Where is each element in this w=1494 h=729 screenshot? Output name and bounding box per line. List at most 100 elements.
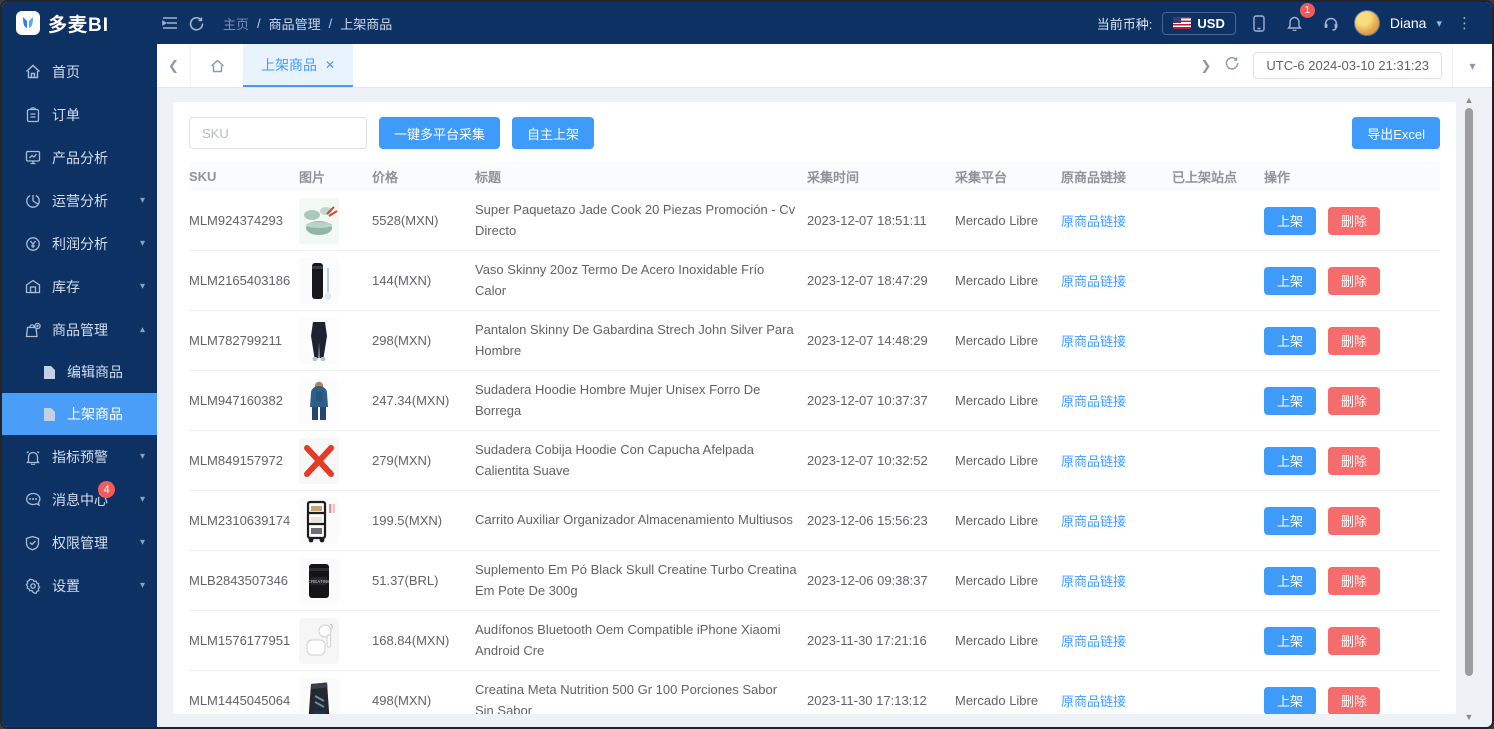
list-product-button[interactable]: 上架: [1264, 207, 1316, 235]
user-avatar[interactable]: [1354, 10, 1380, 36]
cell-image[interactable]: [299, 192, 372, 250]
cell-actions: 上架 删除: [1264, 381, 1449, 421]
table-row: MLM849157972 279(MXN) Sudadera Cobija Ho…: [189, 431, 1440, 491]
user-menu-chevron-icon[interactable]: ▾: [1436, 17, 1442, 30]
us-flag-icon: [1173, 17, 1191, 29]
source-product-link[interactable]: 原商品链接: [1061, 274, 1126, 289]
vertical-scrollbar[interactable]: ▲ ▼: [1462, 94, 1476, 723]
export-excel-button[interactable]: 导出Excel: [1352, 117, 1440, 149]
tab-refresh-icon[interactable]: [1225, 56, 1239, 75]
sidebar-item-alert-bell[interactable]: 指标预警 ▾: [2, 435, 157, 478]
list-product-button[interactable]: 上架: [1264, 687, 1316, 715]
sidebar-subitem-listed-products[interactable]: 上架商品: [2, 393, 157, 435]
sidebar-item-inventory[interactable]: 库存 ▾: [2, 265, 157, 308]
product-image-creatine-pouch: [299, 678, 339, 715]
delete-product-button[interactable]: 删除: [1328, 387, 1380, 415]
breadcrumb-home[interactable]: 主页: [223, 14, 249, 33]
cell-image[interactable]: [299, 312, 372, 370]
table-row: MLM782799211 298(MXN) Pantalon Skinny De…: [189, 311, 1440, 371]
delete-product-button[interactable]: 删除: [1328, 327, 1380, 355]
source-product-link[interactable]: 原商品链接: [1061, 514, 1126, 529]
cell-image[interactable]: [299, 372, 372, 430]
table-row: MLM1445045064 498(MXN) Creatina Meta Nut…: [189, 671, 1440, 714]
table-row: MLM2310639174 199.5(MXN) Carrito Auxilia…: [189, 491, 1440, 551]
sidebar-item-operation-analysis[interactable]: 运营分析 ▾: [2, 179, 157, 222]
tab-scroll-right-icon[interactable]: ❯: [1200, 58, 1211, 74]
cell-image[interactable]: [299, 432, 372, 490]
product-image-tumbler: [299, 258, 339, 304]
self-list-button[interactable]: 自主上架: [512, 117, 594, 149]
delete-product-button[interactable]: 删除: [1328, 687, 1380, 715]
sidebar-item-product-analysis[interactable]: 产品分析 ▾: [2, 136, 157, 179]
sidebar-item-permission[interactable]: 权限管理 ▾: [2, 521, 157, 564]
cell-listed-sites: [1172, 335, 1264, 347]
cell-platform: Mercado Libre: [955, 507, 1061, 534]
delete-product-button[interactable]: 删除: [1328, 207, 1380, 235]
cell-image[interactable]: [299, 252, 372, 310]
sidebar-item-settings[interactable]: 设置 ▾: [2, 564, 157, 607]
source-product-link[interactable]: 原商品链接: [1061, 454, 1126, 469]
tab-close-icon[interactable]: ✕: [325, 58, 335, 72]
list-product-button[interactable]: 上架: [1264, 627, 1316, 655]
sidebar-item-order[interactable]: 订单 ▾: [2, 93, 157, 136]
mobile-app-icon[interactable]: [1246, 10, 1272, 36]
sidebar-item-message[interactable]: 消息中心 ▾ 4: [2, 478, 157, 521]
sidebar-item-profit-analysis[interactable]: 利润分析 ▾: [2, 222, 157, 265]
product-image-supplement-jar: CREATINE: [299, 558, 339, 604]
source-product-link[interactable]: 原商品链接: [1061, 634, 1126, 649]
list-product-button[interactable]: 上架: [1264, 447, 1316, 475]
delete-product-button[interactable]: 删除: [1328, 627, 1380, 655]
tab-listed-products[interactable]: 上架商品 ✕: [243, 44, 353, 87]
sidebar-collapse-icon[interactable]: [157, 10, 183, 36]
header-actions: 当前币种: USD 1 Diana ▾ ⋮: [1097, 10, 1478, 36]
list-product-button[interactable]: 上架: [1264, 567, 1316, 595]
cell-image[interactable]: [299, 492, 372, 550]
products-card: 一键多平台采集 自主上架 导出Excel SKU 图片 价格 标题 采集时间 采…: [173, 102, 1456, 714]
cell-image[interactable]: [299, 612, 372, 670]
cell-image[interactable]: [299, 672, 372, 715]
cell-actions: 上架 删除: [1264, 201, 1449, 241]
tab-scroll-left-icon[interactable]: ❮: [157, 44, 191, 87]
scrollbar-thumb[interactable]: [1465, 108, 1473, 676]
home-icon: [24, 63, 41, 80]
source-product-link[interactable]: 原商品链接: [1061, 214, 1126, 229]
sku-search-input[interactable]: [189, 117, 367, 149]
product-image-broken-image: [299, 438, 339, 484]
delete-product-button[interactable]: 删除: [1328, 447, 1380, 475]
scrollbar-up-arrow-icon[interactable]: ▲: [1462, 94, 1476, 106]
delete-product-button[interactable]: 删除: [1328, 567, 1380, 595]
breadcrumb-current-page: 上架商品: [340, 14, 392, 33]
multi-platform-collect-button[interactable]: 一键多平台采集: [379, 117, 500, 149]
source-product-link[interactable]: 原商品链接: [1061, 694, 1126, 709]
delete-product-button[interactable]: 删除: [1328, 267, 1380, 295]
cell-listed-sites: [1172, 395, 1264, 407]
source-product-link[interactable]: 原商品链接: [1061, 334, 1126, 349]
scrollbar-down-arrow-icon[interactable]: ▼: [1462, 711, 1476, 723]
sidebar-item-product-management[interactable]: 商品管理 ▾: [2, 308, 157, 351]
list-product-button[interactable]: 上架: [1264, 267, 1316, 295]
source-product-link[interactable]: 原商品链接: [1061, 394, 1126, 409]
delete-product-button[interactable]: 删除: [1328, 507, 1380, 535]
app-logo: 多麦BI: [2, 10, 157, 37]
cell-platform: Mercado Libre: [955, 627, 1061, 654]
timezone-clock[interactable]: UTC-6 2024-03-10 21:31:23: [1253, 52, 1442, 79]
panel-collapse-chevron-icon[interactable]: ▾: [1452, 44, 1492, 87]
breadcrumb-product-management[interactable]: 商品管理: [269, 14, 321, 33]
sidebar-subitem-edit-products[interactable]: 编辑商品: [2, 351, 157, 393]
alert-bell-icon: [24, 448, 41, 465]
notification-bell-icon[interactable]: 1: [1282, 10, 1308, 36]
chevron-down-icon: ▾: [140, 238, 145, 249]
tab-home-icon[interactable]: [191, 44, 243, 87]
more-options-icon[interactable]: ⋮: [1452, 10, 1478, 36]
support-headset-icon[interactable]: [1318, 10, 1344, 36]
list-product-button[interactable]: 上架: [1264, 507, 1316, 535]
top-header-bar: 多麦BI 主页 / 商品管理 / 上架商品 当前币种: USD: [2, 2, 1492, 44]
sidebar-item-home[interactable]: 首页 ▾: [2, 50, 157, 93]
cell-price: 51.37(BRL): [372, 567, 475, 594]
list-product-button[interactable]: 上架: [1264, 327, 1316, 355]
cell-image[interactable]: CREATINE: [299, 552, 372, 610]
refresh-icon[interactable]: [183, 10, 209, 36]
source-product-link[interactable]: 原商品链接: [1061, 574, 1126, 589]
currency-selector[interactable]: USD: [1162, 12, 1235, 35]
list-product-button[interactable]: 上架: [1264, 387, 1316, 415]
